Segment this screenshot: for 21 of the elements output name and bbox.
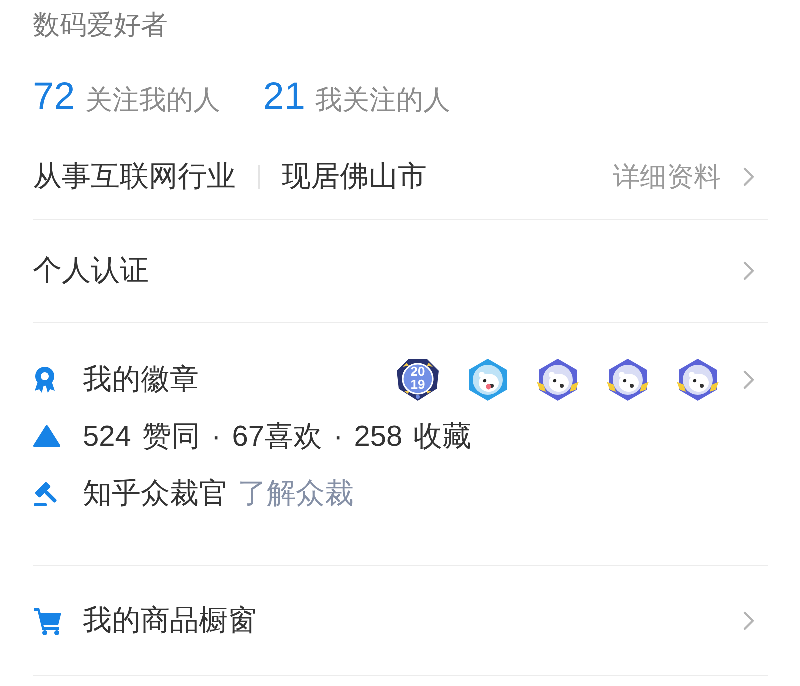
shop-window-item[interactable]: 我的商品橱窗 bbox=[83, 600, 257, 640]
stats-text: 524 赞同 · 67喜欢 · 258 收藏 bbox=[83, 420, 472, 454]
profile-detail: 从事互联网行业 bbox=[33, 160, 236, 195]
chevron-icon bbox=[743, 261, 755, 281]
badges-item[interactable]: 我的徽章 bbox=[83, 360, 199, 400]
follow-stat-link[interactable]: 21 我关注的人 bbox=[263, 78, 451, 116]
chevron-icon bbox=[743, 167, 755, 187]
learn-more-link[interactable]: 了解众裁 bbox=[238, 474, 354, 514]
award-ribbon-icon bbox=[33, 366, 57, 393]
year-badge: 2019 bbox=[396, 358, 440, 402]
details-link[interactable]: 详细资料 bbox=[613, 159, 755, 195]
profile-detail: 现居佛山市 bbox=[282, 160, 427, 195]
profile-headline: 数码爱好者 bbox=[33, 9, 168, 42]
shopping-cart-icon bbox=[33, 606, 63, 636]
chevron-icon bbox=[743, 610, 755, 630]
triangle-icon bbox=[33, 425, 61, 448]
gavel-icon bbox=[33, 480, 60, 506]
verification-item[interactable]: 个人认证 bbox=[33, 251, 149, 291]
follow-stat-link[interactable]: 72 关注我的人 bbox=[33, 78, 220, 116]
moderator-title: 知乎众裁官 bbox=[83, 476, 228, 512]
chevron-icon bbox=[743, 370, 755, 390]
